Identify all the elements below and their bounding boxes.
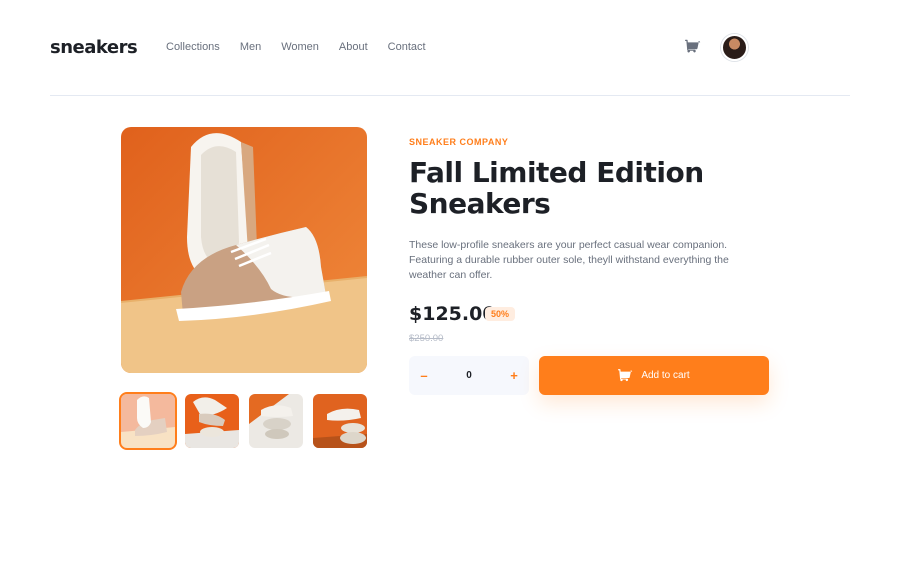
quantity-stepper: – 0 +	[409, 356, 529, 395]
original-price: $250.00	[409, 333, 444, 344]
cart-icon[interactable]	[685, 39, 701, 55]
user-avatar[interactable]	[721, 34, 748, 61]
logo[interactable]: sneakers	[50, 37, 138, 58]
thumbnail-3[interactable]	[249, 394, 303, 448]
thumbnail-strip	[119, 392, 367, 450]
cart-icon	[618, 368, 633, 383]
current-price: $125.00	[409, 303, 496, 325]
company-label: SNEAKER COMPANY	[409, 137, 509, 147]
nav-about[interactable]: About	[339, 41, 368, 53]
nav-women[interactable]: Women	[281, 41, 319, 53]
discount-badge: 50%	[485, 307, 516, 321]
nav-men[interactable]: Men	[240, 41, 261, 53]
add-to-cart-button[interactable]: Add to cart	[539, 356, 769, 395]
add-to-cart-label: Add to cart	[641, 370, 690, 381]
product-description: These low-profile sneakers are your perf…	[409, 239, 729, 281]
thumbnail-2[interactable]	[185, 394, 239, 448]
thumbnail-4[interactable]	[313, 394, 367, 448]
thumbnail-1[interactable]	[119, 392, 177, 450]
product-title: Fall Limited Edition Sneakers	[409, 156, 704, 220]
main-nav: Collections Men Women About Contact	[166, 41, 426, 53]
nav-collections[interactable]: Collections	[166, 41, 220, 53]
increase-quantity-button[interactable]: +	[499, 356, 529, 395]
nav-contact[interactable]: Contact	[388, 41, 426, 53]
product-main-image[interactable]	[121, 127, 367, 373]
